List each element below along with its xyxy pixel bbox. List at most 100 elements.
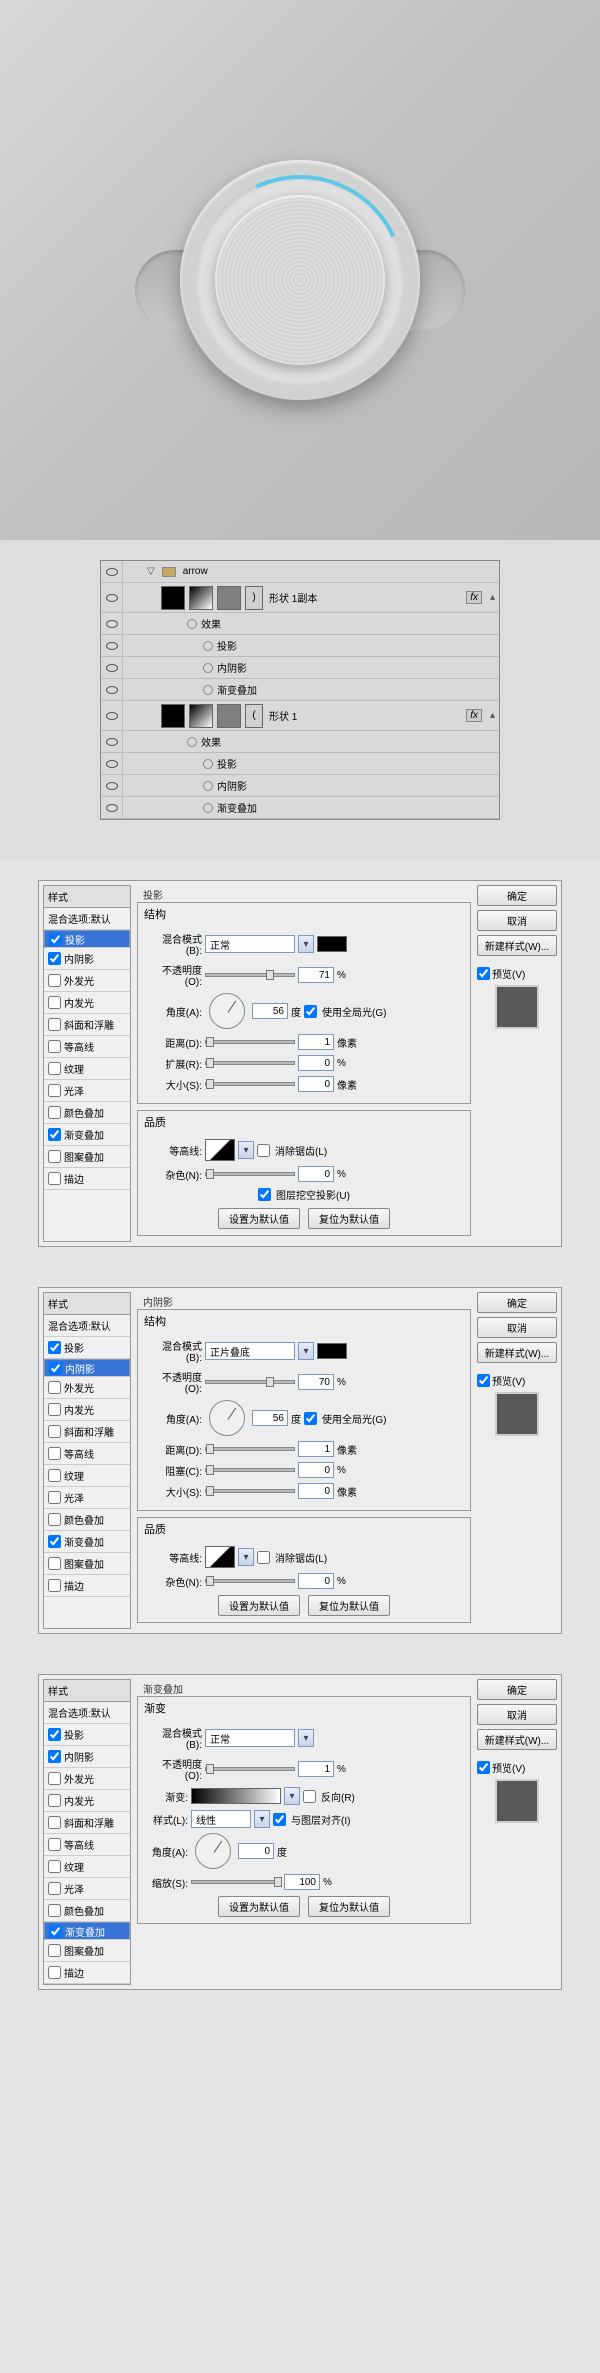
layer-group-row[interactable]: ▽ arrow <box>101 561 499 583</box>
checkbox[interactable] <box>48 1579 61 1592</box>
opacity-input[interactable] <box>298 1374 334 1390</box>
ok-button[interactable]: 确定 <box>477 1679 557 1700</box>
scale-slider[interactable] <box>191 1880 281 1884</box>
opacity-slider[interactable] <box>205 1380 295 1384</box>
visibility-icon[interactable] <box>106 642 118 650</box>
stroke-item[interactable]: 描边 <box>44 1962 130 1984</box>
drop-shadow-item[interactable]: 投影 <box>44 1337 130 1359</box>
antialias-checkbox[interactable] <box>257 1144 270 1157</box>
checkbox[interactable] <box>48 1513 61 1526</box>
outer-glow-item[interactable]: 外发光 <box>44 1377 130 1399</box>
color-overlay-item[interactable]: 颜色叠加 <box>44 1102 130 1124</box>
fx-row[interactable]: 效果 <box>101 731 499 753</box>
inner-glow-item[interactable]: 内发光 <box>44 992 130 1014</box>
outer-glow-item[interactable]: 外发光 <box>44 1768 130 1790</box>
visibility-icon[interactable] <box>106 568 118 576</box>
color-overlay-item[interactable]: 颜色叠加 <box>44 1509 130 1531</box>
size-input[interactable] <box>298 1076 334 1092</box>
distance-slider[interactable] <box>205 1040 295 1044</box>
opacity-input[interactable] <box>298 1761 334 1777</box>
noise-slider[interactable] <box>205 1579 295 1583</box>
checkbox[interactable] <box>48 996 61 1009</box>
checkbox[interactable] <box>48 1816 61 1829</box>
drop-shadow-item[interactable]: 投影 <box>44 930 130 948</box>
blend-options-item[interactable]: 混合选项:默认 <box>44 1702 130 1724</box>
dropdown-icon[interactable]: ▾ <box>254 1810 270 1828</box>
fx-dropshadow-row[interactable]: 投影 <box>101 753 499 775</box>
visibility-icon[interactable] <box>106 782 118 790</box>
checkbox[interactable] <box>48 1491 61 1504</box>
visibility-icon[interactable] <box>106 760 118 768</box>
blend-options-item[interactable]: 混合选项:默认 <box>44 908 130 930</box>
distance-input[interactable] <box>298 1034 334 1050</box>
satin-item[interactable]: 光泽 <box>44 1487 130 1509</box>
new-style-button[interactable]: 新建样式(W)... <box>477 1342 557 1363</box>
bevel-item[interactable]: 斜面和浮雕 <box>44 1014 130 1036</box>
bevel-item[interactable]: 斜面和浮雕 <box>44 1812 130 1834</box>
dropdown-icon[interactable]: ▾ <box>238 1548 254 1566</box>
inner-shadow-item[interactable]: 内阴影 <box>44 948 130 970</box>
angle-input[interactable] <box>252 1003 288 1019</box>
dropdown-icon[interactable]: ▾ <box>298 1342 314 1360</box>
checkbox[interactable] <box>48 1772 61 1785</box>
expand-icon[interactable]: ▽ <box>147 566 155 577</box>
satin-item[interactable]: 光泽 <box>44 1878 130 1900</box>
contour-item[interactable]: 等高线 <box>44 1443 130 1465</box>
gradient-overlay-item[interactable]: 渐变叠加 <box>44 1922 130 1940</box>
set-default-button[interactable]: 设置为默认值 <box>218 1208 300 1229</box>
satin-item[interactable]: 光泽 <box>44 1080 130 1102</box>
checkbox[interactable] <box>48 1535 61 1548</box>
size-slider[interactable] <box>205 1082 295 1086</box>
dropdown-icon[interactable]: ▾ <box>284 1787 300 1805</box>
angle-control[interactable] <box>209 993 245 1029</box>
checkbox[interactable] <box>48 1966 61 1979</box>
fx-dropshadow-row[interactable]: 投影 <box>101 635 499 657</box>
contour-item[interactable]: 等高线 <box>44 1036 130 1058</box>
inner-shadow-item[interactable]: 内阴影 <box>44 1746 130 1768</box>
checkbox[interactable] <box>48 1904 61 1917</box>
dropdown-icon[interactable]: ▾ <box>238 1141 254 1159</box>
color-overlay-item[interactable]: 颜色叠加 <box>44 1900 130 1922</box>
opacity-slider[interactable] <box>205 973 295 977</box>
distance-slider[interactable] <box>205 1447 295 1451</box>
pattern-overlay-item[interactable]: 图案叠加 <box>44 1940 130 1962</box>
global-light-checkbox[interactable] <box>304 1005 317 1018</box>
visibility-icon[interactable] <box>106 594 118 602</box>
dropdown-icon[interactable]: ▾ <box>298 935 314 953</box>
texture-item[interactable]: 纹理 <box>44 1058 130 1080</box>
checkbox[interactable] <box>49 1362 62 1375</box>
ok-button[interactable]: 确定 <box>477 1292 557 1313</box>
reset-default-button[interactable]: 复位为默认值 <box>308 1595 390 1616</box>
texture-item[interactable]: 纹理 <box>44 1856 130 1878</box>
checkbox[interactable] <box>48 1838 61 1851</box>
checkbox[interactable] <box>48 1403 61 1416</box>
blendmode-select[interactable]: 正片叠底 <box>205 1342 295 1360</box>
angle-control[interactable] <box>195 1833 231 1869</box>
scale-input[interactable] <box>284 1874 320 1890</box>
stroke-item[interactable]: 描边 <box>44 1575 130 1597</box>
fx-gradient-row[interactable]: 渐变叠加 <box>101 679 499 701</box>
checkbox[interactable] <box>48 1150 61 1163</box>
ok-button[interactable]: 确定 <box>477 885 557 906</box>
choke-slider[interactable] <box>205 1468 295 1472</box>
inner-glow-item[interactable]: 内发光 <box>44 1790 130 1812</box>
checkbox[interactable] <box>48 952 61 965</box>
checkbox[interactable] <box>48 1128 61 1141</box>
checkbox[interactable] <box>48 1084 61 1097</box>
checkbox[interactable] <box>48 1469 61 1482</box>
stroke-item[interactable]: 描边 <box>44 1168 130 1190</box>
set-default-button[interactable]: 设置为默认值 <box>218 1896 300 1917</box>
gradient-overlay-item[interactable]: 渐变叠加 <box>44 1124 130 1146</box>
reset-default-button[interactable]: 复位为默认值 <box>308 1208 390 1229</box>
checkbox[interactable] <box>48 1794 61 1807</box>
checkbox[interactable] <box>48 1860 61 1873</box>
opacity-input[interactable] <box>298 967 334 983</box>
preview-checkbox[interactable] <box>477 967 490 980</box>
angle-input[interactable] <box>238 1843 274 1859</box>
gradient-style-select[interactable]: 线性 <box>191 1810 251 1828</box>
layer-row-shape1[interactable]: ( 形状 1 fx▴ <box>101 701 499 731</box>
checkbox[interactable] <box>48 1882 61 1895</box>
pattern-overlay-item[interactable]: 图案叠加 <box>44 1553 130 1575</box>
checkbox[interactable] <box>48 1062 61 1075</box>
gradient-overlay-item[interactable]: 渐变叠加 <box>44 1531 130 1553</box>
